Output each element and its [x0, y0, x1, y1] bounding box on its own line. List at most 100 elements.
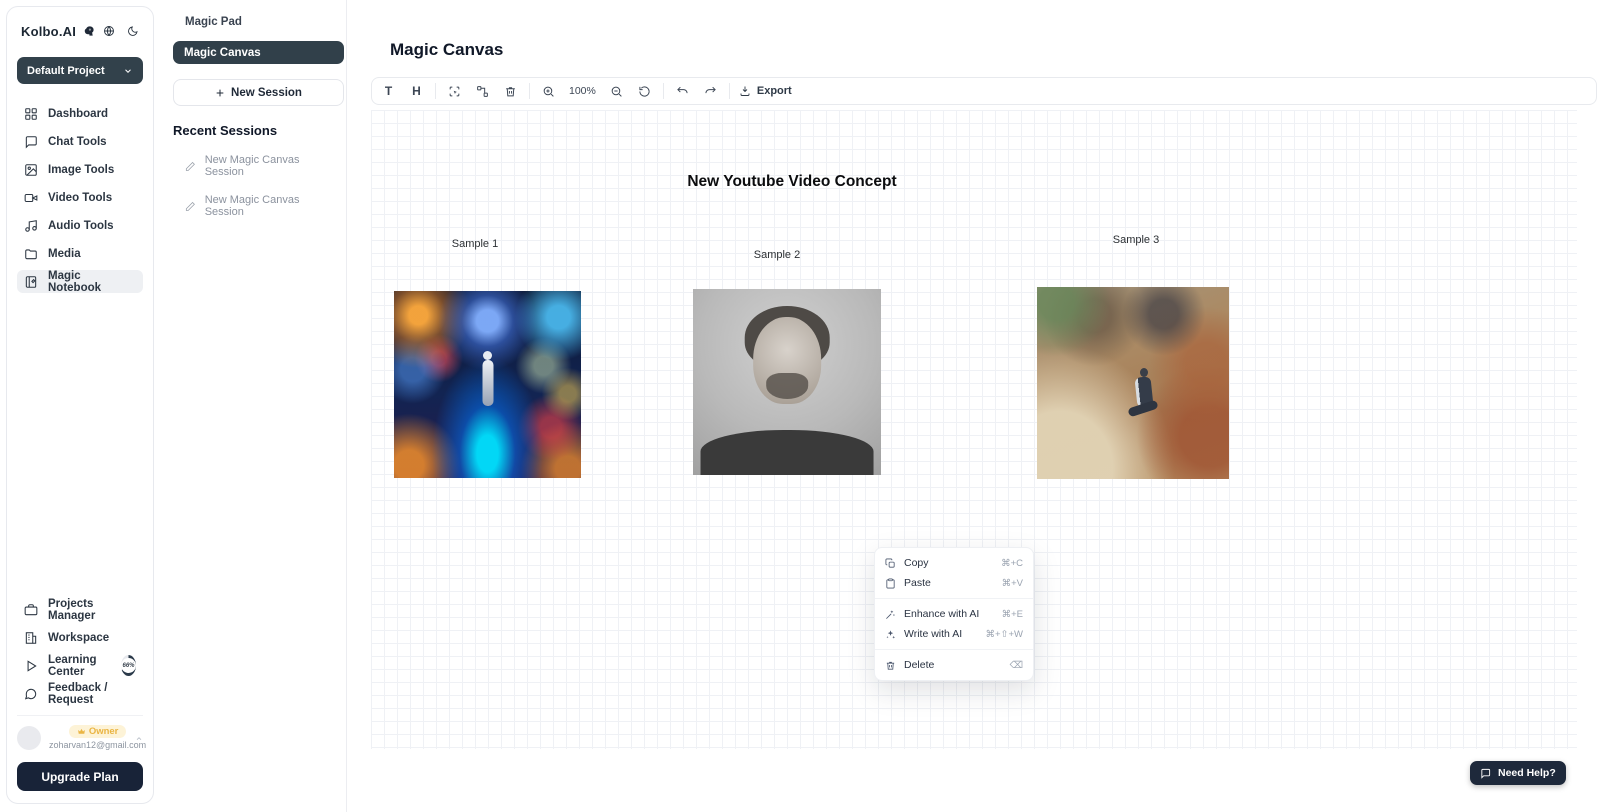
owner-badge-label: Owner [89, 726, 119, 737]
menu-item-label: Write with AI [904, 628, 962, 640]
reset-view-button[interactable] [635, 81, 654, 101]
sidebar-item-label: Audio Tools [48, 220, 114, 232]
page-title: Magic Canvas [390, 40, 503, 60]
sidebar-item-video-tools[interactable]: Video Tools [17, 186, 143, 209]
toolbar-divider [663, 83, 664, 99]
learning-progress-value: 66% [121, 658, 136, 673]
portrait-face [753, 317, 821, 404]
context-menu-enhance-with-ai[interactable]: Enhance with AI ⌘+E [875, 604, 1033, 624]
owner-badge: Owner [69, 725, 127, 738]
text-tool-button[interactable]: T [379, 81, 398, 101]
zoom-out-button[interactable] [607, 81, 626, 101]
sidebar-item-label: Workspace [48, 632, 109, 644]
user-email: zoharvan12@gmail.com [49, 740, 146, 750]
sidebar-item-feedback-request[interactable]: Feedback / Request [17, 682, 143, 705]
avatar [17, 726, 41, 750]
select-tool-button[interactable] [445, 81, 464, 101]
sidebar-item-media[interactable]: Media [17, 242, 143, 265]
zoom-level[interactable]: 100% [567, 85, 598, 97]
pencil-icon [185, 201, 196, 212]
context-menu-write-with-ai[interactable]: Write with AI ⌘+⇧+W [875, 624, 1033, 644]
need-help-label: Need Help? [1498, 767, 1556, 779]
user-account-row[interactable]: Owner zoharvan12@gmail.com [17, 715, 143, 750]
session-list-item[interactable]: New Magic Canvas Session [173, 154, 338, 178]
sample-2-image[interactable] [693, 289, 881, 475]
sidebar: Kolbo.AI Default Project Dashboard [6, 6, 154, 804]
undo-button[interactable] [673, 81, 692, 101]
trash-icon [504, 85, 517, 98]
delete-tool-button[interactable] [501, 81, 520, 101]
upgrade-plan-button[interactable]: Upgrade Plan [17, 762, 143, 791]
magic-pad-item[interactable]: Magic Pad [173, 16, 338, 28]
chevron-down-icon [123, 66, 133, 76]
new-session-button[interactable]: New Session [173, 79, 344, 106]
sidebar-bottom-nav: Projects Manager Workspace Learning Cent… [17, 598, 143, 705]
menu-item-shortcut: ⌘+V [1002, 578, 1023, 589]
sidebar-item-projects-manager[interactable]: Projects Manager [17, 598, 143, 621]
learning-progress-ring: 66% [121, 655, 136, 676]
chat-icon [24, 135, 38, 149]
menu-item-label: Paste [904, 577, 931, 589]
sample-2-label[interactable]: Sample 2 [754, 249, 800, 261]
project-selector-label: Default Project [27, 65, 105, 77]
zoom-in-button[interactable] [539, 81, 558, 101]
menu-item-shortcut: ⌘+C [1001, 558, 1023, 569]
toolbar-divider [435, 83, 436, 99]
context-menu-paste[interactable]: Paste ⌘+V [875, 573, 1033, 593]
building-icon [24, 631, 38, 645]
pencil-icon [185, 161, 196, 172]
connector-tool-button[interactable] [473, 81, 492, 101]
sitting-figure [1127, 368, 1158, 449]
heading-tool-button[interactable]: H [407, 81, 426, 101]
zoom-in-icon [542, 85, 555, 98]
canvas-toolbar: T H 100% [371, 77, 1597, 105]
redo-button[interactable] [701, 81, 720, 101]
globe-icon[interactable] [103, 25, 115, 37]
sidebar-item-label: Feedback / Request [48, 682, 136, 706]
sidebar-item-workspace[interactable]: Workspace [17, 626, 143, 649]
sample-3-label[interactable]: Sample 3 [1113, 234, 1159, 246]
recent-sessions-heading: Recent Sessions [173, 123, 338, 138]
redo-icon [704, 85, 717, 98]
briefcase-icon [24, 603, 38, 617]
project-selector[interactable]: Default Project [17, 57, 143, 84]
sample-1-label[interactable]: Sample 1 [452, 238, 498, 250]
folder-icon [24, 247, 38, 261]
canvas-grid[interactable]: New Youtube Video Concept Sample 1 Sampl… [371, 110, 1577, 749]
sidebar-item-dashboard[interactable]: Dashboard [17, 102, 143, 125]
context-menu-delete[interactable]: Delete ⌫ [875, 655, 1033, 675]
toolbar-divider [729, 83, 730, 99]
sample-3-image[interactable] [1037, 287, 1229, 479]
context-menu-copy[interactable]: Copy ⌘+C [875, 553, 1033, 573]
notebook-icon [24, 275, 38, 289]
need-help-button[interactable]: Need Help? [1470, 761, 1566, 785]
feedback-icon [24, 687, 38, 701]
sidebar-item-label: Magic Notebook [48, 270, 136, 294]
sidebar-item-label: Learning Center [48, 654, 107, 678]
menu-divider [875, 649, 1033, 650]
robot-figure [482, 360, 493, 406]
sample-1-image[interactable] [394, 291, 581, 478]
session-item-label: New Magic Canvas Session [205, 154, 338, 178]
plus-icon [215, 88, 225, 98]
export-button[interactable]: Export [739, 85, 792, 97]
sidebar-item-label: Projects Manager [48, 598, 136, 622]
sidebar-item-magic-notebook[interactable]: Magic Notebook [17, 270, 143, 293]
canvas-heading[interactable]: New Youtube Video Concept [687, 173, 896, 191]
chat-icon [1480, 768, 1491, 779]
app-logo: Kolbo.AI [21, 24, 76, 39]
sidebar-item-audio-tools[interactable]: Audio Tools [17, 214, 143, 237]
sidebar-item-chat-tools[interactable]: Chat Tools [17, 130, 143, 153]
sidebar-item-learning-center[interactable]: Learning Center 66% [17, 654, 143, 677]
logo-row: Kolbo.AI [17, 23, 143, 39]
lasso-select-icon [448, 85, 461, 98]
session-list-item[interactable]: New Magic Canvas Session [173, 194, 338, 218]
moon-icon[interactable] [127, 25, 139, 37]
sidebar-item-label: Chat Tools [48, 136, 107, 148]
rotate-icon [638, 85, 651, 98]
sidebar-item-label: Dashboard [48, 108, 108, 120]
magic-canvas-item[interactable]: Magic Canvas [173, 41, 344, 64]
sidebar-item-label: Media [48, 248, 81, 260]
music-icon [24, 219, 38, 233]
sidebar-item-image-tools[interactable]: Image Tools [17, 158, 143, 181]
